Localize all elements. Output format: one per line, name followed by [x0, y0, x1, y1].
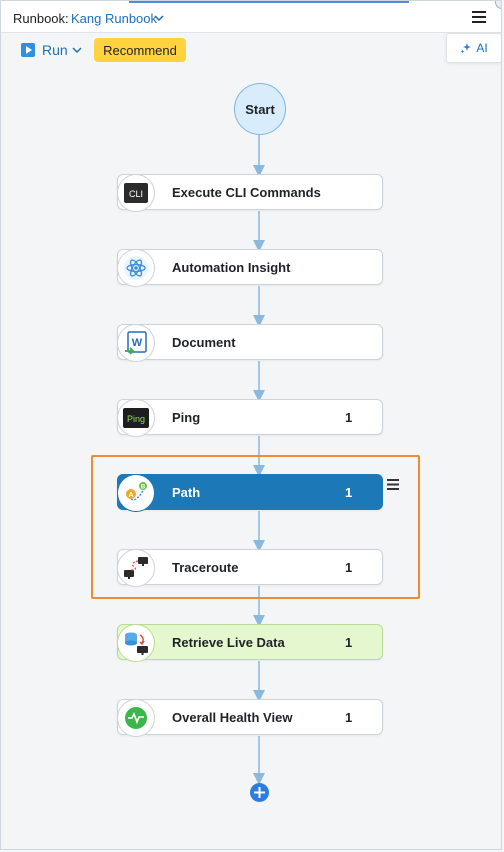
runbook-selector[interactable]: Kang Runbook: [71, 11, 157, 26]
add-node-button[interactable]: [250, 783, 269, 802]
path-ab-icon: A B: [117, 474, 155, 512]
corner-badge-icon[interactable]: [495, 1, 501, 9]
sparkle-icon: [460, 43, 472, 54]
node-label: Execute CLI Commands: [172, 185, 321, 200]
chevron-down-icon: [72, 47, 82, 54]
node-document[interactable]: W Document: [117, 324, 383, 362]
node-label: Retrieve Live Data: [172, 635, 285, 650]
runbook-label: Runbook:: [13, 11, 69, 26]
svg-text:Ping: Ping: [127, 414, 145, 424]
plus-icon: [254, 787, 265, 798]
recommend-button[interactable]: Recommend: [94, 38, 186, 62]
atom-icon: [117, 249, 155, 287]
node-automation-insight[interactable]: Automation Insight: [117, 249, 383, 287]
node-label: Automation Insight: [172, 260, 291, 275]
node-label: Document: [172, 335, 236, 350]
svg-text:CLI: CLI: [129, 189, 143, 199]
hamburger-menu-icon[interactable]: [472, 11, 486, 23]
svg-text:B: B: [141, 485, 146, 491]
node-overall-health-view[interactable]: Overall Health View 1: [117, 699, 383, 737]
node-count: 1: [345, 410, 353, 425]
node-label: Traceroute: [172, 560, 239, 575]
node-retrieve-live-data[interactable]: Retrieve Live Data 1: [117, 624, 383, 662]
svg-text:W: W: [132, 337, 143, 349]
ping-icon: Ping: [117, 399, 155, 437]
header-accent-line: [129, 1, 409, 3]
runbook-header: Runbook: Kang Runbook: [1, 1, 501, 33]
node-label: Overall Health View: [172, 710, 293, 725]
cli-icon: CLI: [117, 174, 155, 212]
node-label: Path: [172, 485, 201, 500]
play-icon: [21, 43, 35, 57]
node-menu-icon[interactable]: [387, 479, 399, 490]
ai-label: AI: [476, 41, 488, 55]
node-count: 1: [345, 485, 353, 500]
traceroute-icon: [117, 549, 155, 587]
run-label: Run: [42, 42, 68, 58]
node-traceroute[interactable]: Traceroute 1: [117, 549, 383, 587]
node-count: 1: [345, 710, 353, 725]
node-count: 1: [345, 560, 353, 575]
run-button[interactable]: Run: [21, 41, 82, 59]
ai-button[interactable]: AI: [446, 33, 501, 63]
node-execute-cli-commands[interactable]: CLI Execute CLI Commands: [117, 174, 383, 212]
runbook-panel: Runbook: Kang Runbook Run Recommend AI S…: [0, 0, 502, 850]
start-node[interactable]: Start: [234, 83, 286, 135]
node-count: 1: [345, 635, 353, 650]
chevron-down-icon[interactable]: [154, 13, 164, 23]
live-data-icon: [117, 624, 155, 662]
node-ping[interactable]: Ping Ping 1: [117, 399, 383, 437]
health-pulse-icon: [117, 699, 155, 737]
svg-text:A: A: [128, 492, 133, 499]
node-label: Ping: [172, 410, 201, 425]
node-path[interactable]: A B Path 1: [117, 474, 383, 512]
word-document-icon: W: [117, 324, 155, 362]
